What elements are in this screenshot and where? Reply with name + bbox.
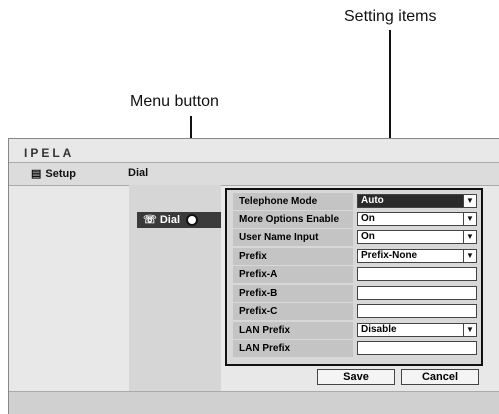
setting-value: Auto [361,195,384,206]
save-button[interactable]: Save [317,369,395,385]
menu-button-marker [186,214,198,226]
setting-select[interactable]: On ▼ [357,230,477,244]
setting-label: LAN Prefix [233,322,353,339]
setting-items-callout: Setting items [344,8,437,25]
setting-text-field[interactable] [357,286,477,300]
setting-text-field[interactable] [357,304,477,318]
setting-row: User Name Input On ▼ [233,229,477,246]
status-bar [9,391,499,414]
toolbox-icon: ▤ [31,168,42,180]
setting-label: Prefix-C [233,303,353,320]
setting-row: LAN Prefix [233,340,477,357]
chevron-down-icon[interactable]: ▼ [463,213,476,225]
setting-value: On [361,213,375,224]
setting-row: Prefix Prefix-None ▼ [233,248,477,265]
current-page-title: Dial [128,167,149,179]
setting-value: Disable [361,324,397,335]
setting-select[interactable]: On ▼ [357,212,477,226]
setting-label: Prefix [233,248,353,265]
setting-value: On [361,231,375,242]
chevron-down-icon[interactable]: ▼ [463,324,476,336]
telephone-icon: ☏ [143,214,157,226]
ipela-logo: IPELA [24,146,75,160]
menu-button-callout: Menu button [130,93,219,110]
setting-value: Prefix-None [361,250,418,261]
setting-select[interactable]: Auto ▼ [357,194,477,208]
setting-row: Prefix-B [233,285,477,302]
setting-select[interactable]: Prefix-None ▼ [357,249,477,263]
setting-label: Telephone Mode [233,193,353,210]
dial-menu-button[interactable]: ☏ Dial [137,212,221,228]
setting-row: Prefix-A [233,266,477,283]
setting-row: Prefix-C [233,303,477,320]
setting-label: Prefix-B [233,285,353,302]
chevron-down-icon[interactable]: ▼ [463,195,476,207]
chevron-down-icon[interactable]: ▼ [463,231,476,243]
nav-bar [9,162,499,186]
setting-select[interactable]: Disable ▼ [357,323,477,337]
setting-label: LAN Prefix [233,340,353,357]
setting-label: Prefix-A [233,266,353,283]
chevron-down-icon[interactable]: ▼ [463,250,476,262]
setting-text-field[interactable] [357,341,477,355]
setting-label: More Options Enable [233,211,353,228]
dial-label: Dial [159,214,181,226]
setting-text-field[interactable] [357,267,477,281]
setup-menu-button[interactable]: ▤ Setup [31,167,76,180]
setup-label: Setup [45,168,76,180]
setting-row: LAN Prefix Disable ▼ [233,322,477,339]
setting-row: More Options Enable On ▼ [233,211,477,228]
cancel-button[interactable]: Cancel [401,369,479,385]
setting-row: Telephone Mode Auto ▼ [233,193,477,210]
setting-label: User Name Input [233,229,353,246]
